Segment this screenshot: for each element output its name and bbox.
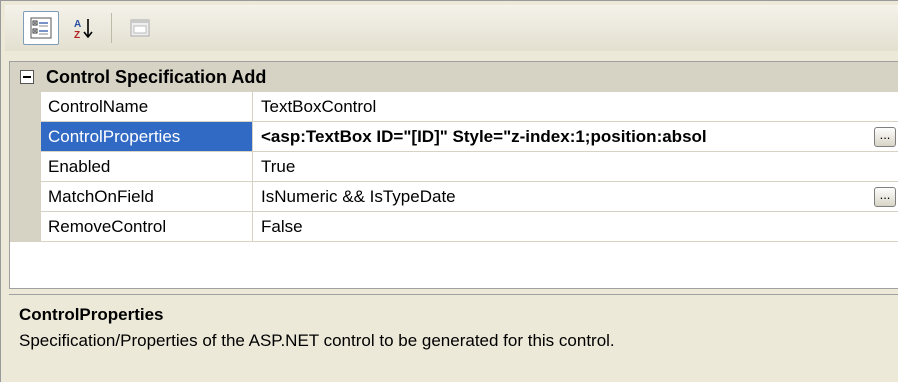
property-row-matchonfield[interactable]: MatchOnField IsNumeric && IsTypeDate ... (10, 182, 898, 212)
property-value[interactable]: IsNumeric && IsTypeDate (253, 182, 898, 211)
description-title: ControlProperties (19, 305, 164, 324)
alphabetical-button[interactable]: A Z (65, 11, 101, 45)
property-grid: Control Specification Add ControlName Te… (9, 61, 898, 289)
category-label: Control Specification Add (46, 66, 267, 87)
alphabetical-sort-icon: A Z (74, 19, 93, 40)
property-name[interactable]: RemoveControl (41, 212, 253, 241)
row-gutter (10, 122, 41, 151)
property-value[interactable]: <asp:TextBox ID="[ID]" Style="z-index:1;… (253, 122, 898, 151)
svg-text:Z: Z (74, 30, 80, 40)
categorized-button[interactable] (23, 11, 59, 45)
property-row-controlproperties[interactable]: ControlProperties <asp:TextBox ID="[ID]"… (10, 122, 898, 152)
property-row-enabled[interactable]: Enabled True (10, 152, 898, 182)
row-gutter (10, 212, 41, 241)
property-name[interactable]: ControlProperties (41, 122, 253, 151)
property-name[interactable]: Enabled (41, 152, 253, 181)
property-value[interactable]: TextBoxControl (253, 92, 898, 121)
row-gutter (10, 92, 41, 121)
collapse-toggle-icon[interactable] (20, 70, 34, 84)
property-pages-icon (130, 19, 150, 37)
description-pane: ControlProperties Specification/Properti… (9, 294, 898, 382)
category-row[interactable]: Control Specification Add (10, 62, 898, 92)
ellipsis-button[interactable]: ... (874, 127, 896, 147)
property-value[interactable]: True (253, 152, 898, 181)
svg-text:A: A (74, 19, 81, 30)
property-rows: ControlName TextBoxControl ControlProper… (10, 92, 898, 242)
property-pages-button[interactable] (122, 11, 158, 45)
property-row-removecontrol[interactable]: RemoveControl False (10, 212, 898, 242)
ellipsis-button[interactable]: ... (874, 187, 896, 207)
row-gutter (10, 182, 41, 211)
property-value[interactable]: False (253, 212, 898, 241)
toolbar-separator (111, 13, 112, 43)
property-name[interactable]: MatchOnField (41, 182, 253, 211)
property-name[interactable]: ControlName (41, 92, 253, 121)
property-row-controlname[interactable]: ControlName TextBoxControl (10, 92, 898, 122)
property-grid-window: A Z Control Specification Add ControlNam… (0, 0, 898, 382)
description-text: Specification/Properties of the ASP.NET … (19, 331, 615, 350)
categorized-icon (30, 17, 52, 39)
row-gutter (10, 152, 41, 181)
property-grid-toolbar: A Z (5, 5, 898, 51)
